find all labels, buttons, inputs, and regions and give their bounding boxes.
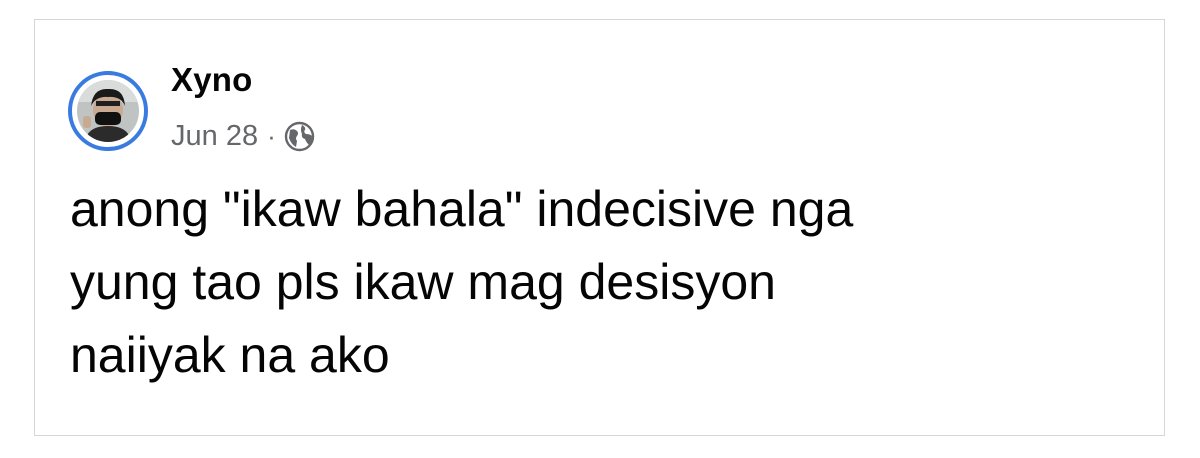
post-text-line: yung tao pls ikaw mag desisyon — [70, 254, 776, 310]
meta-separator: · — [267, 121, 276, 151]
author-name[interactable]: Xyno — [171, 61, 252, 99]
post-text-line: anong "ikaw bahala" indecisive nga — [70, 181, 854, 237]
avatar[interactable] — [77, 80, 139, 142]
avatar-image — [77, 80, 139, 142]
post-date[interactable]: Jun 28 — [171, 120, 258, 153]
post-text-line: naiiyak na ako — [70, 327, 390, 383]
globe-icon[interactable] — [284, 121, 315, 152]
post-meta: Jun 28 · — [171, 116, 315, 156]
post-body: anong "ikaw bahala" indecisive nga yung … — [70, 173, 1130, 392]
post-card: Xyno Jun 28 · anong "ikaw bahala" indeci… — [34, 19, 1165, 436]
avatar-story-ring[interactable] — [68, 71, 148, 151]
